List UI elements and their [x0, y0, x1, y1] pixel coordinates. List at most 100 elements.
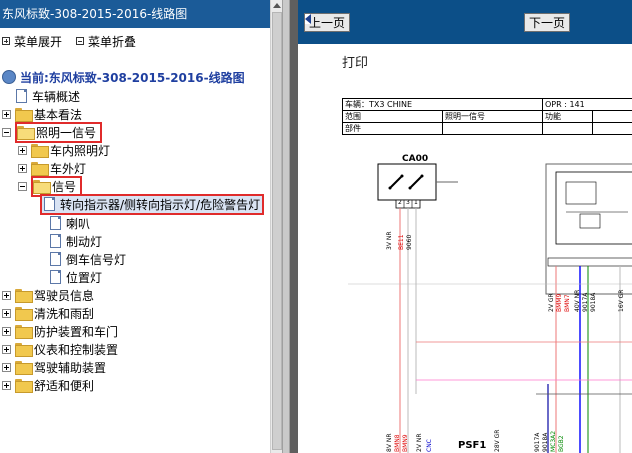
tree-item-label: 舒适和便利: [34, 378, 95, 393]
wire-label: 40V NR: [574, 289, 581, 312]
expand-toggle-icon[interactable]: [18, 163, 27, 173]
pin-label: 2: [398, 199, 402, 206]
pane-splitter[interactable]: [282, 0, 290, 453]
tree-item-vehicle-overview[interactable]: 车辆概述: [16, 87, 80, 105]
document-pane: 上一页 下一页 打印 车辆：TX3 CHINE OPR : 141 范围 照明一…: [290, 0, 632, 453]
wire-label: BGB2: [558, 435, 565, 452]
expand-toggle-icon[interactable]: [2, 290, 11, 300]
expand-toggle-icon[interactable]: [2, 380, 11, 390]
menu-toolbar: 菜单展开 菜单折叠: [0, 32, 148, 50]
empty-cell: [542, 122, 593, 135]
page-nav-bar: 上一页 下一页: [298, 0, 632, 44]
tree-item-comfort[interactable]: 舒适和便利: [2, 376, 94, 394]
scrollbar-thumb[interactable]: [272, 12, 282, 450]
function-value-cell: [592, 110, 632, 123]
tree-item-label: 车辆概述: [32, 89, 81, 104]
tree-item-exterior-lights[interactable]: 车外灯: [18, 159, 86, 177]
collapse-toggle-icon[interactable]: [2, 127, 11, 137]
tree-item-label: 车外灯: [50, 161, 87, 176]
tree-item-instruments[interactable]: 仪表和控制装置: [2, 340, 118, 358]
function-header-cell: 功能: [542, 110, 593, 123]
wire-label: 9018A: [542, 432, 549, 452]
tree-item-turn-indicators[interactable]: 转向指示器/侧转向指示灯/危险警告灯: [40, 193, 265, 215]
navigation-pane: 东风标致-308-2015-2016-线路图 菜单展开 菜单折叠 当前:东风标致…: [0, 0, 282, 453]
folder-icon: [31, 162, 49, 176]
wire-label: MC3A2: [550, 430, 557, 452]
document-icon: [44, 197, 55, 211]
wire-label: BMN8: [394, 434, 401, 452]
document-icon: [50, 234, 61, 248]
collapse-menu-button[interactable]: 菜单折叠: [76, 32, 136, 50]
expand-toggle-icon[interactable]: [2, 326, 11, 336]
folder-icon: [15, 289, 33, 303]
folder-icon: [15, 361, 33, 375]
tree-item-reverse-lights[interactable]: 倒车信号灯: [50, 250, 126, 268]
collapse-toggle-icon[interactable]: [18, 181, 27, 191]
tree-item-driver-info[interactable]: 驾驶员信息: [2, 286, 94, 304]
folder-icon: [15, 307, 33, 321]
tree-item-interior-lights[interactable]: 车内照明灯: [18, 141, 110, 159]
scope-value-cell: 照明一信号: [442, 110, 543, 123]
tree-item-wash-wipe[interactable]: 清洗和雨刮: [2, 304, 94, 322]
expand-toggle-icon[interactable]: [2, 362, 11, 372]
tree-item-position-lights[interactable]: 位置灯: [50, 268, 102, 286]
tree-item-label: 转向指示器/侧转向指示灯/危险警告灯: [60, 197, 261, 212]
wire-label: 2V NR: [416, 433, 423, 453]
tree-item-brake-lights[interactable]: 制动灯: [50, 232, 102, 250]
selected-item-box: 转向指示器/侧转向指示灯/危险警告灯: [40, 193, 265, 215]
pin-label: 3: [406, 199, 410, 206]
tree-scrollbar[interactable]: [270, 0, 282, 453]
wire-label: 8V NR: [386, 433, 393, 453]
tree-item-label: 驾驶员信息: [34, 288, 95, 303]
globe-icon: [2, 70, 16, 84]
wire-label: 9017A: [582, 292, 589, 312]
tree-item-driver-assist[interactable]: 驾驶辅助装置: [2, 358, 106, 376]
pin-label: 1: [414, 199, 418, 206]
arrow-left-icon: [305, 14, 311, 24]
expand-toggle-icon[interactable]: [18, 145, 27, 155]
tree-item-protection-doors[interactable]: 防护装置和车门: [2, 322, 118, 340]
tree-item-horn[interactable]: 喇叭: [50, 214, 90, 232]
expand-toggle-icon[interactable]: [2, 109, 11, 119]
switch-node: [408, 186, 412, 190]
folder-icon: [15, 379, 33, 393]
highlight-box: 照明一信号: [15, 121, 103, 143]
expand-menu-label: 菜单展开: [14, 34, 63, 49]
part-value-cell: [442, 122, 543, 135]
tree-item-label: 倒车信号灯: [66, 252, 127, 267]
tree-item-label: 照明一信号: [36, 125, 97, 140]
document-icon: [50, 252, 61, 266]
scroll-up-icon[interactable]: [273, 3, 281, 8]
wire-label: 9017A: [534, 432, 541, 452]
collapse-icon: [76, 37, 85, 45]
prev-page-button[interactable]: 上一页: [304, 13, 351, 32]
print-link[interactable]: 打印: [342, 52, 368, 71]
document-page: 打印 车辆：TX3 CHINE OPR : 141 范围 照明一信号 功能 部件: [298, 44, 632, 453]
expand-toggle-icon[interactable]: [2, 308, 11, 318]
tree-item-label: 仪表和控制装置: [34, 342, 119, 357]
tree-item-label: 制动灯: [66, 234, 103, 249]
expand-menu-button[interactable]: 菜单展开: [2, 32, 62, 50]
switch-node: [400, 174, 404, 178]
opr-cell: OPR : 141: [542, 98, 632, 111]
tree-item-label: 位置灯: [66, 270, 103, 285]
module-inner: [555, 171, 632, 245]
info-table: 车辆：TX3 CHINE OPR : 141 范围 照明一信号 功能 部件: [342, 98, 632, 135]
tree-item-signal[interactable]: 信号: [18, 175, 83, 197]
wire-label: 16V GR: [618, 289, 625, 312]
document-icon: [50, 270, 61, 284]
next-page-label: 下一页: [529, 16, 566, 30]
wire-label: 2V GR: [548, 293, 555, 312]
tree-item-label: 信号: [52, 179, 77, 194]
tree-root[interactable]: 当前:东风标致-308-2015-2016-线路图: [2, 68, 245, 86]
tree-root-label: 当前:东风标致-308-2015-2016-线路图: [20, 70, 245, 85]
tree-item-basic[interactable]: 基本看法: [2, 105, 82, 123]
document-icon: [16, 89, 27, 103]
expand-toggle-icon[interactable]: [2, 344, 11, 354]
tree-item-lighting-signal[interactable]: 照明一信号: [2, 121, 103, 143]
wire-label: BMM9: [556, 293, 563, 312]
wire-label: CNC: [426, 439, 433, 452]
next-page-button[interactable]: 下一页: [524, 13, 571, 32]
expand-icon: [2, 37, 10, 45]
scope-header-cell: 范围: [342, 110, 443, 123]
